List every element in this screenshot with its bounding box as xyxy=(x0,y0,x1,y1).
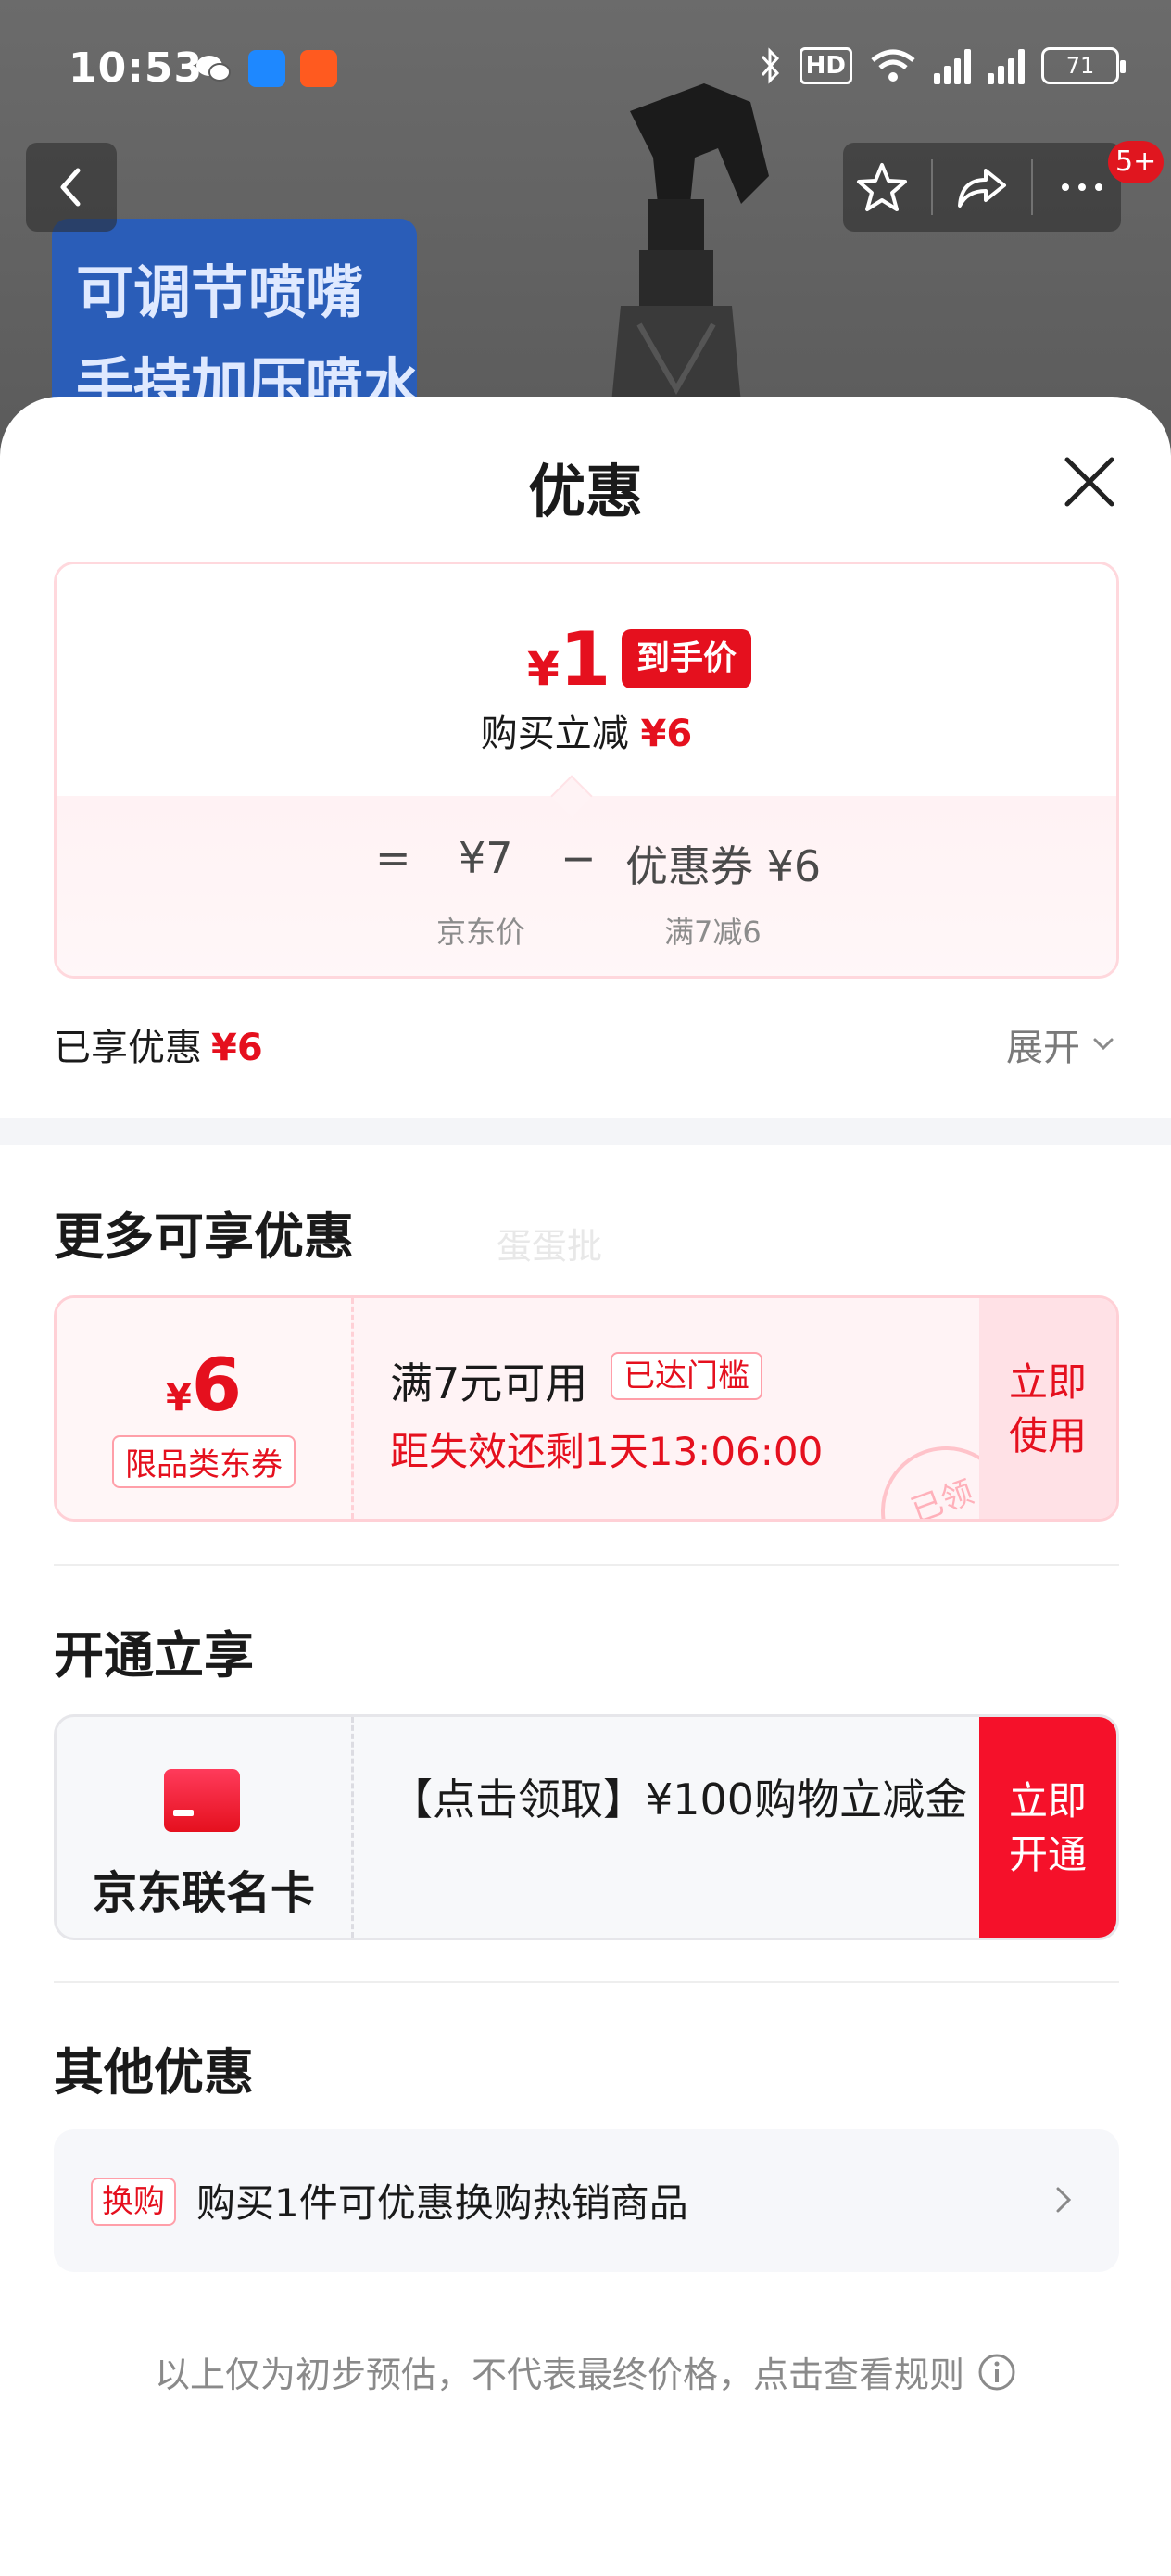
app-notification-icon xyxy=(248,50,285,87)
expand-button[interactable]: 展开 xyxy=(1006,1017,1117,1071)
hd-icon: HD xyxy=(799,47,852,84)
final-price-tag: 到手价 xyxy=(622,629,752,688)
divider xyxy=(54,1981,1119,1983)
threshold-reached-badge: 已达门槛 xyxy=(611,1352,762,1400)
section-separator xyxy=(0,1118,1171,1145)
enjoyed-discount: 已享优惠 ¥6 xyxy=(54,1017,263,1071)
reduce-label: 购买立减 xyxy=(480,713,629,755)
info-icon[interactable] xyxy=(977,2353,1016,2392)
final-price: ¥ 1 xyxy=(527,616,611,702)
divider xyxy=(1030,159,1033,215)
status-bar: 10:53 HD 71 xyxy=(0,0,1171,139)
card-name: 京东联名卡 xyxy=(92,1867,315,1919)
expand-label: 展开 xyxy=(1006,1027,1080,1069)
cart-badge: 5+ xyxy=(1108,141,1165,183)
chevron-left-icon xyxy=(60,168,81,207)
open-now-line1: 立即 xyxy=(1008,1778,1087,1824)
formula-equals: = xyxy=(375,833,411,883)
app-notification-icon-2 xyxy=(300,50,337,87)
star-icon[interactable] xyxy=(852,158,912,217)
cobrand-card-offer[interactable]: 京东联名卡 【点击领取】¥100购物立减金 立即 开通 xyxy=(54,1714,1119,1940)
coupon-countdown: 距失效还剩1天13:06:00 xyxy=(390,1429,824,1474)
coupon-type-badge: 限品类东券 xyxy=(112,1435,296,1488)
other-offers-title: 其他优惠 xyxy=(54,2043,254,2102)
bluetooth-icon xyxy=(761,47,779,84)
disclaimer[interactable]: 以上仅为初步预估，不代表最终价格，点击查看规则 xyxy=(0,2346,1171,2397)
enjoyed-label: 已享优惠 xyxy=(54,1027,202,1069)
close-icon[interactable] xyxy=(1056,448,1123,515)
use-now-line1: 立即 xyxy=(1008,1359,1087,1405)
credit-card-icon xyxy=(164,1769,240,1832)
watermark-text: 蛋蛋批 xyxy=(497,1226,603,1267)
status-icons: HD 71 xyxy=(759,43,1126,89)
jd-price-label: 京东价 xyxy=(436,915,526,950)
formula-minus: − xyxy=(560,833,597,883)
signal-5g-icon xyxy=(934,47,971,84)
card-description: 【点击领取】¥100购物立减金 xyxy=(390,1774,968,1825)
price-breakdown-card: ¥ 1 到手价 购买立减 ¥6 = ¥7 − 优惠券 ¥6 京东价 满7减6 xyxy=(54,562,1119,979)
use-now-button[interactable]: 立即 使用 xyxy=(979,1298,1116,1519)
reduce-value: ¥6 xyxy=(640,713,693,755)
divider xyxy=(931,159,934,215)
signal-4g-icon xyxy=(988,47,1025,84)
trade-in-badge: 换购 xyxy=(91,2178,176,2226)
wechat-icon xyxy=(195,50,232,87)
final-price-currency: ¥ xyxy=(527,642,560,696)
formula-jd-price: ¥7 xyxy=(459,833,513,883)
battery-icon: 71 xyxy=(1041,47,1126,84)
coupon-condition: 满7元可用 xyxy=(390,1358,588,1408)
reduce-line: 购买立减 ¥6 xyxy=(57,703,1116,757)
product-tag-line1: 可调节喷嘴 xyxy=(76,259,364,326)
back-button[interactable] xyxy=(26,143,117,232)
open-enjoy-title: 开通立享 xyxy=(54,1626,254,1685)
trade-in-text: 购买1件可优惠换购热销商品 xyxy=(196,2180,688,2226)
sheet-title: 优惠 xyxy=(527,458,643,525)
coupon-currency: ¥ xyxy=(165,1377,192,1420)
share-icon[interactable] xyxy=(952,158,1012,217)
coupon-value: 6 xyxy=(191,1345,243,1428)
use-now-line2: 使用 xyxy=(1008,1413,1087,1458)
top-actions xyxy=(843,143,1121,232)
coupon-amount: ¥6 xyxy=(57,1345,351,1428)
coupon-card[interactable]: ¥6 限品类东券 满7元可用 已达门槛 距失效还剩1天13:06:00 已领 立… xyxy=(54,1295,1119,1522)
open-now-line2: 开通 xyxy=(1008,1832,1087,1877)
trade-in-offer-row[interactable]: 换购 购买1件可优惠换购热销商品 xyxy=(54,2129,1119,2272)
wifi-icon xyxy=(871,49,915,82)
more-offers-title: 更多可享优惠 xyxy=(54,1207,354,1266)
divider xyxy=(54,1564,1119,1566)
status-time: 10:53 xyxy=(69,44,204,92)
price-top: ¥ 1 到手价 购买立减 ¥6 xyxy=(57,564,1116,796)
coupon-rule-label: 满7减6 xyxy=(664,915,762,950)
chevron-down-icon xyxy=(1093,1038,1114,1051)
price-formula: = ¥7 − 优惠券 ¥6 xyxy=(57,833,1116,898)
open-now-button[interactable]: 立即 开通 xyxy=(979,1717,1116,1938)
enjoyed-value: ¥6 xyxy=(211,1027,263,1069)
final-price-amount: 1 xyxy=(559,616,611,702)
more-icon[interactable] xyxy=(1052,158,1112,217)
chevron-right-icon xyxy=(1056,2187,1072,2213)
coupon-divider xyxy=(351,1298,354,1519)
formula-coupon: 优惠券 ¥6 xyxy=(625,841,822,891)
card-divider xyxy=(351,1717,354,1938)
disclaimer-text: 以上仅为初步预估，不代表最终价格，点击查看规则 xyxy=(154,2355,964,2395)
